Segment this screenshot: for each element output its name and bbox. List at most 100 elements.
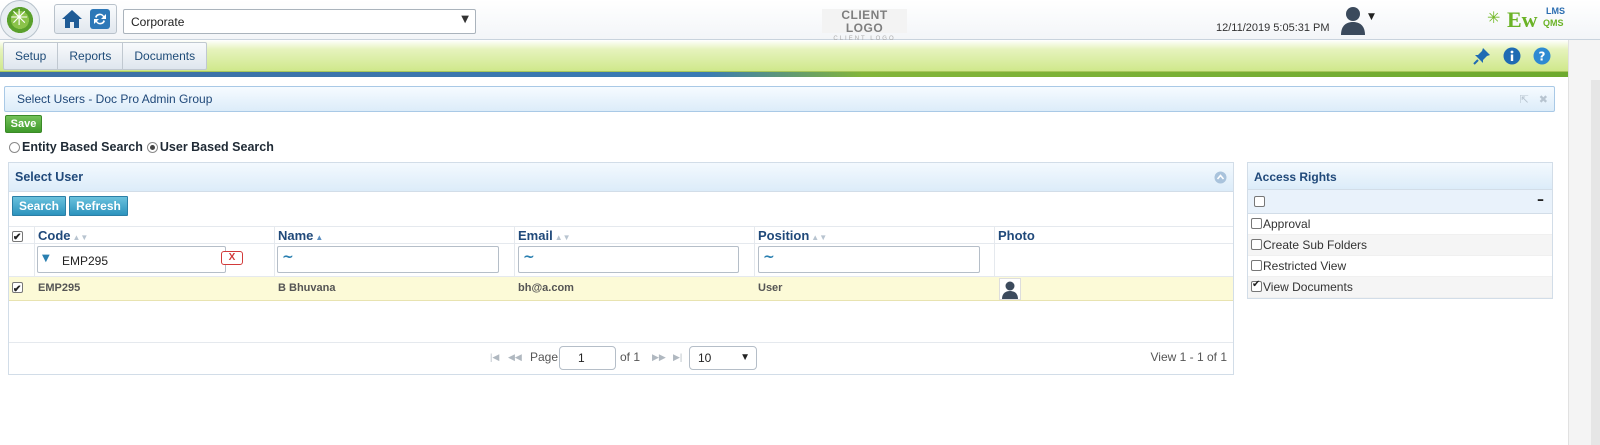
sort-icon: ▲▼ <box>554 233 571 242</box>
svg-text:?: ? <box>1539 50 1546 64</box>
user-photo-icon[interactable] <box>999 278 1021 300</box>
brand-logo: ✳ Ew LMS QMS <box>1487 4 1565 34</box>
select-user-header: Select User <box>9 163 1233 192</box>
radio-user-based[interactable] <box>146 141 158 153</box>
clear-filter-button[interactable]: X <box>221 251 243 265</box>
page-number-input[interactable]: 1 <box>559 346 616 370</box>
column-header-name[interactable]: Name ▲ <box>275 227 515 243</box>
user-menu-caret-icon[interactable]: ▼ <box>1368 12 1375 22</box>
quick-icons <box>54 4 117 34</box>
row-checkbox[interactable] <box>12 280 23 300</box>
page-size-select[interactable]: 10 ▼ <box>689 346 757 370</box>
filter-name-op: ~ <box>282 249 294 265</box>
current-datetime: 12/11/2019 5:05:31 PM <box>1216 22 1330 34</box>
filter-position-input[interactable]: ~ <box>758 246 980 273</box>
filter-email-op: ~ <box>523 249 535 265</box>
last-page-icon[interactable]: ▶| <box>673 352 682 363</box>
radio-entity-based-label[interactable]: Entity Based Search <box>22 140 143 154</box>
row-name: B Bhuvana <box>278 282 336 294</box>
dialog-title: Select Users - Doc Pro Admin Group <box>17 92 213 106</box>
menu-stripe <box>0 72 1568 77</box>
refresh-button[interactable]: Refresh <box>69 196 128 216</box>
menu-tabs: Setup Reports Documents <box>3 42 208 70</box>
select-user-title: Select User <box>15 170 84 184</box>
close-icon[interactable]: ✖ <box>1539 93 1548 106</box>
filter-cell-blank <box>9 244 35 276</box>
brand-text: Ew <box>1507 7 1538 32</box>
filter-code-input[interactable]: ▼ EMP295 <box>37 246 226 273</box>
collapse-icon[interactable] <box>1214 171 1227 184</box>
entity-dropdown[interactable]: Corporate ▼ <box>123 9 476 34</box>
access-right-checkbox[interactable] <box>1251 260 1262 271</box>
help-icon[interactable]: ? <box>1532 46 1552 66</box>
user-avatar-icon[interactable] <box>1338 3 1368 35</box>
filter-row: ▼ EMP295 X ~ ~ ~ <box>9 244 1233 277</box>
access-right-item[interactable]: Restricted View <box>1248 256 1552 277</box>
access-right-checkbox[interactable] <box>1251 279 1262 292</box>
select-all-cell <box>9 227 35 246</box>
radio-entity-based[interactable] <box>9 141 20 153</box>
client-logo: CLIENT LOGO CLIENT LOGO <box>822 9 907 42</box>
access-rights-select-all-checkbox[interactable] <box>1254 196 1265 207</box>
first-page-icon[interactable]: |◀ <box>490 352 499 363</box>
scrollbar-thumb[interactable] <box>1591 80 1600 445</box>
brand-lms-text: LMS <box>1546 6 1565 16</box>
access-rights-select-all-row: – <box>1248 190 1552 214</box>
home-icon[interactable] <box>60 8 84 30</box>
column-header-position[interactable]: Position ▲▼ <box>755 227 995 243</box>
menu-icons: ? <box>1472 46 1552 66</box>
select-all-checkbox[interactable] <box>12 229 23 246</box>
filter-email-input[interactable]: ~ <box>518 246 739 273</box>
search-mode-radios: Entity Based Search User Based Search <box>9 140 278 154</box>
row-photo-cell <box>995 277 1233 300</box>
access-right-item[interactable]: View Documents <box>1248 277 1552 298</box>
sort-asc-icon: ▲ <box>315 233 324 242</box>
grid-header: Code▲▼ Name▲ Email▲▼ Position▲▼ Photo <box>9 226 1233 246</box>
prev-page-icon[interactable]: ◀◀ <box>508 352 522 363</box>
save-button[interactable]: Save <box>5 115 42 133</box>
radio-user-based-label[interactable]: User Based Search <box>160 140 274 154</box>
filter-cell-email: ~ <box>515 244 755 276</box>
access-rights-title: Access Rights <box>1254 170 1337 184</box>
access-right-label: Approval <box>1263 217 1311 231</box>
pin-icon[interactable] <box>1472 46 1492 66</box>
access-right-label: Create Sub Folders <box>1263 238 1368 252</box>
chevron-down-icon: ▼ <box>740 352 750 363</box>
filter-cell-name: ~ <box>275 244 515 276</box>
menu-tab-documents[interactable]: Documents <box>123 43 206 69</box>
menu-tab-reports[interactable]: Reports <box>58 43 124 69</box>
filter-name-input[interactable]: ~ <box>277 246 499 273</box>
filter-icon[interactable]: ▼ <box>42 253 50 264</box>
access-right-checkbox[interactable] <box>1251 218 1262 229</box>
filter-code-value: EMP295 <box>62 254 109 268</box>
filter-position-op: ~ <box>763 249 775 265</box>
search-button[interactable]: Search <box>12 196 66 216</box>
access-right-item[interactable]: Create Sub Folders <box>1248 235 1552 256</box>
column-email-label: Email <box>518 228 553 243</box>
main-menu-bar: Setup Reports Documents ? <box>0 40 1568 72</box>
sort-icon: ▲▼ <box>72 233 89 242</box>
view-records-text: View 1 - 1 of 1 <box>1150 350 1228 364</box>
filter-cell-photo <box>995 244 1233 276</box>
info-icon[interactable] <box>1502 46 1522 66</box>
refresh-icon[interactable] <box>88 8 112 30</box>
access-right-label: Restricted View <box>1263 259 1347 273</box>
page-scrollbar[interactable] <box>1568 40 1600 445</box>
access-right-checkbox[interactable] <box>1251 239 1262 250</box>
next-page-icon[interactable]: ▶▶ <box>652 352 666 363</box>
popout-icon[interactable]: ⇱ <box>1520 93 1529 106</box>
app-logo-icon[interactable] <box>0 0 40 40</box>
row-email: bh@a.com <box>518 282 574 294</box>
page-total: of 1 <box>620 350 641 364</box>
column-header-email[interactable]: Email ▲▼ <box>515 227 755 243</box>
dialog-header: Select Users - Doc Pro Admin Group ⇱ ✖ <box>4 86 1555 112</box>
access-right-item[interactable]: Approval <box>1248 214 1552 235</box>
table-row[interactable]: EMP295 B Bhuvana bh@a.com User <box>9 277 1233 301</box>
column-header-photo: Photo <box>995 227 1233 243</box>
collapse-minus-icon[interactable]: – <box>1537 192 1544 208</box>
page-label: Page <box>530 350 559 364</box>
chevron-down-icon: ▼ <box>461 14 469 25</box>
column-name-label: Name <box>278 228 314 243</box>
column-header-code[interactable]: Code ▲▼ <box>35 227 275 243</box>
menu-tab-setup[interactable]: Setup <box>4 43 59 69</box>
